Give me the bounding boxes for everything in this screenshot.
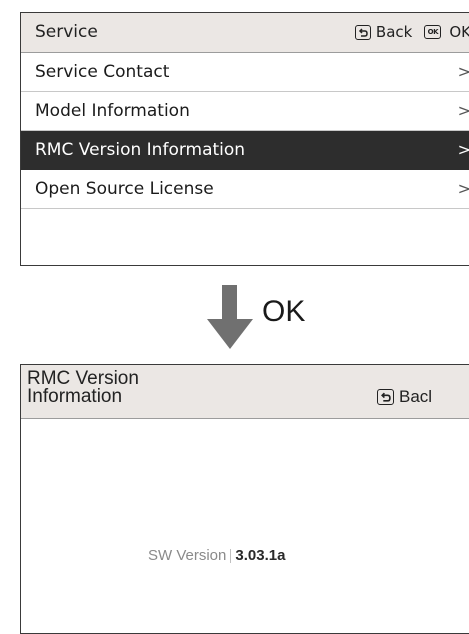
down-arrow-icon — [200, 285, 260, 349]
back-icon[interactable] — [377, 389, 394, 405]
chevron-right-icon: > — [457, 101, 469, 120]
version-header: RMC Version Information Bacl — [21, 365, 469, 419]
sw-version-value: 3.03.1a — [235, 547, 286, 564]
menu-item-model-information[interactable]: Model Information > — [21, 92, 469, 131]
ok-icon[interactable]: OK — [424, 25, 442, 39]
back-button[interactable]: Back — [376, 23, 412, 41]
ok-button[interactable]: OK — [449, 23, 469, 41]
menu-item-label: Service Contact — [35, 62, 170, 82]
menu-item-rmc-version-information[interactable]: RMC Version Information > — [21, 131, 469, 170]
menu-item-label: Model Information — [35, 101, 190, 121]
service-header: Service Back OK OK — [21, 13, 469, 53]
menu-item-open-source-license[interactable]: Open Source License > — [21, 170, 469, 209]
title-line: Information — [27, 386, 123, 407]
back-button[interactable]: Bacl — [399, 387, 432, 407]
back-icon[interactable] — [354, 24, 371, 40]
chevron-right-icon: > — [457, 140, 469, 159]
menu-item-service-contact[interactable]: Service Contact > — [21, 53, 469, 92]
header-actions: Bacl — [377, 387, 432, 407]
menu-item-label: Open Source License — [35, 179, 214, 199]
page-title: Service — [35, 22, 98, 42]
transition-ok-label: OK — [262, 295, 306, 328]
chevron-right-icon: > — [457, 62, 469, 81]
sw-version-row: SW Version 3.03.1a — [148, 547, 285, 564]
service-menu: Service Contact > Model Information > RM… — [21, 53, 469, 209]
divider — [230, 548, 232, 563]
menu-item-label: RMC Version Information — [35, 140, 246, 160]
chevron-right-icon: > — [457, 179, 469, 198]
version-screen: RMC Version Information Bacl SW Version … — [20, 364, 469, 634]
header-actions: Back OK OK — [354, 23, 469, 41]
page-title: RMC Version Information — [27, 369, 227, 407]
sw-version-label: SW Version — [148, 547, 227, 564]
service-screen: Service Back OK OK Service Contact > Mod… — [20, 12, 469, 266]
